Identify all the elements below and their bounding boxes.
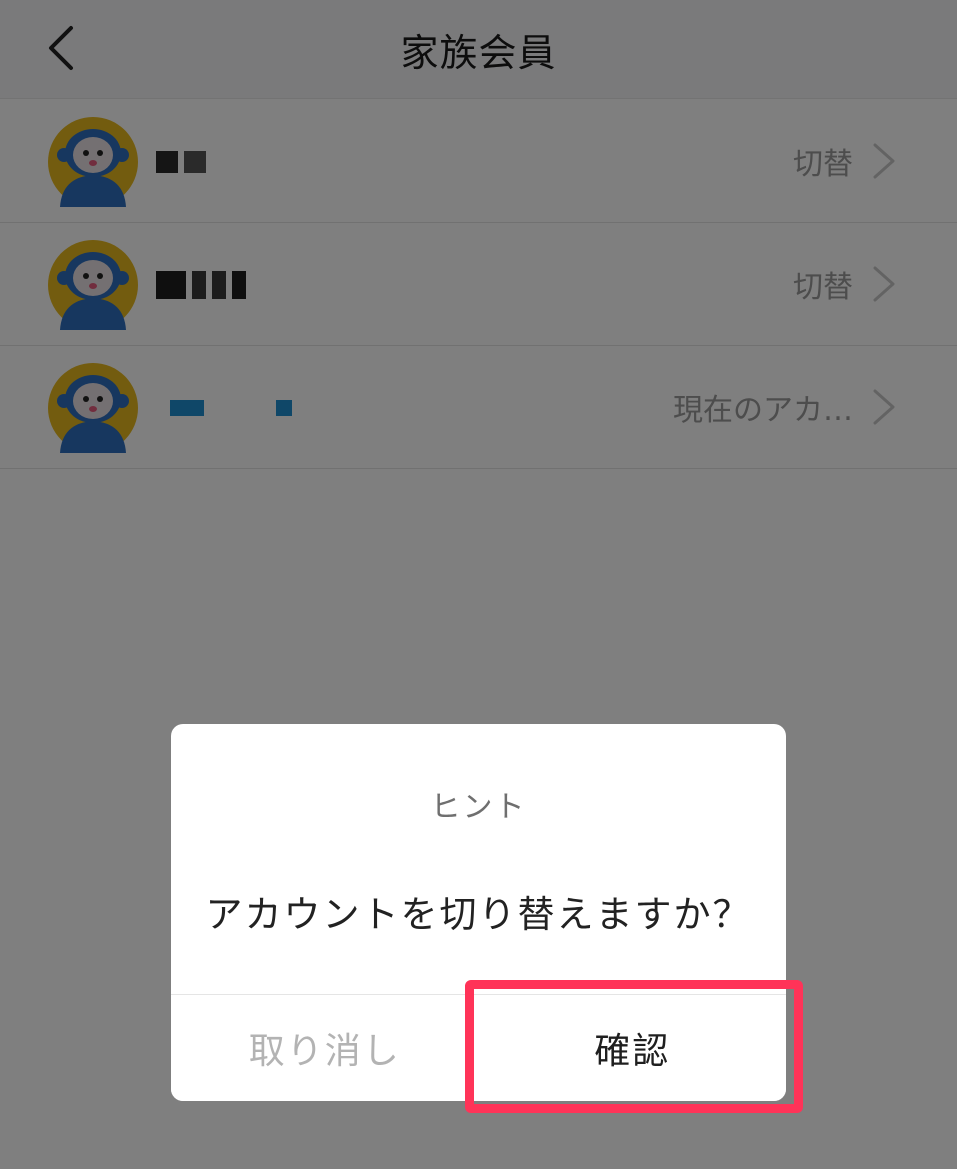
- switch-account-dialog: ヒント アカウントを切り替えますか？ 取り消し 確認: [171, 724, 786, 1101]
- cancel-button[interactable]: 取り消し: [171, 995, 479, 1101]
- dialog-title: ヒント: [430, 790, 527, 825]
- confirm-button[interactable]: 確認: [478, 995, 786, 1101]
- dialog-message: アカウントを切り替えますか？: [205, 893, 752, 936]
- dialog-actions: 取り消し 確認: [171, 995, 786, 1101]
